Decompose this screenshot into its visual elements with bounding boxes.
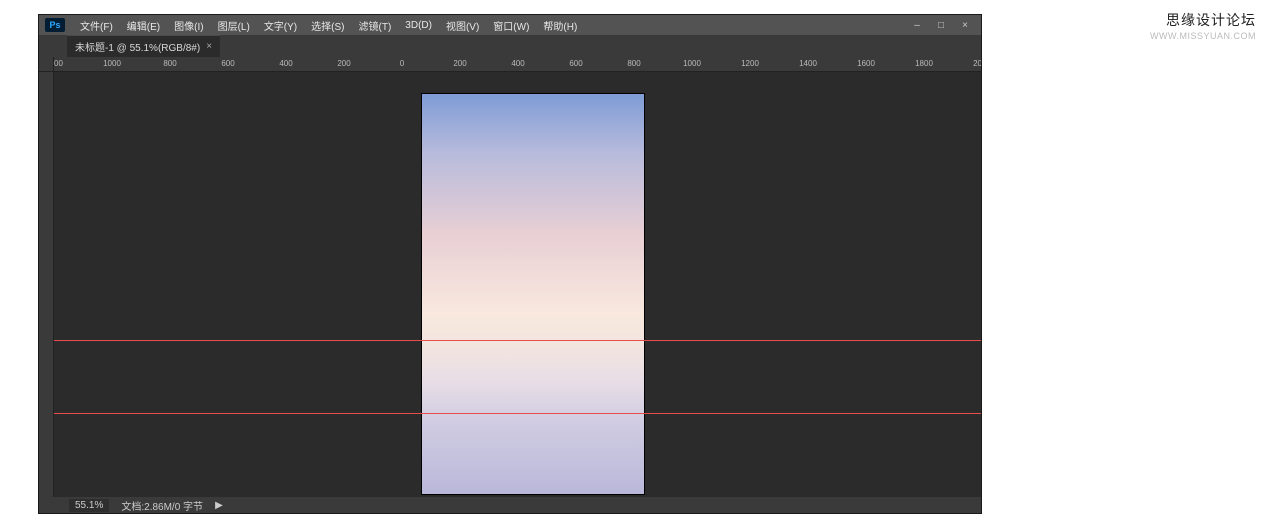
ruler-tick: 1000 (683, 59, 701, 68)
ruler-tick: 1200 (54, 59, 63, 68)
menu-3d[interactable]: 3D(D) (398, 20, 439, 31)
ruler-tick: 600 (221, 59, 234, 68)
document-tab-title: 未标题-1 @ 55.1%(RGB/8#) (75, 39, 200, 54)
ruler-tick: 1400 (799, 59, 817, 68)
menu-file[interactable]: 文件(F) (73, 18, 120, 33)
vertical-ruler[interactable] (39, 72, 54, 497)
maximize-button[interactable]: □ (935, 20, 947, 31)
ruler-tick: 1200 (741, 59, 759, 68)
menu-edit[interactable]: 编辑(E) (120, 18, 167, 33)
workspace: 1200100080060040020002004006008001000120… (39, 57, 981, 497)
ruler-tick: 400 (511, 59, 524, 68)
close-button[interactable]: × (959, 20, 971, 31)
menu-view[interactable]: 视图(V) (439, 18, 486, 33)
canvas-viewport[interactable] (54, 72, 981, 497)
watermark-url: WWW.MISSYUAN.COM (1150, 31, 1256, 41)
ruler-tick: 1000 (103, 59, 121, 68)
menu-image[interactable]: 图像(I) (167, 18, 210, 33)
tab-close-icon[interactable]: × (206, 41, 212, 52)
app-logo-icon: Ps (45, 18, 65, 32)
ruler-tick: 2000 (973, 59, 981, 68)
document-tab[interactable]: 未标题-1 @ 55.1%(RGB/8#) × (67, 35, 220, 57)
minimize-button[interactable]: – (911, 20, 923, 31)
horizontal-ruler[interactable]: 1200100080060040020002004006008001000120… (54, 57, 981, 72)
horizontal-guide[interactable] (54, 413, 981, 414)
document-tab-bar: 未标题-1 @ 55.1%(RGB/8#) × (39, 35, 981, 57)
status-bar: 55.1% 文档:2.86M/0 字节 ▶ (39, 497, 981, 513)
ruler-tick: 1800 (915, 59, 933, 68)
document-size-info[interactable]: 文档:2.86M/0 字节 (121, 498, 203, 513)
zoom-level[interactable]: 55.1% (69, 499, 109, 512)
ruler-tick: 0 (400, 59, 404, 68)
ruler-tick: 1600 (857, 59, 875, 68)
menu-window[interactable]: 窗口(W) (486, 18, 536, 33)
menu-select[interactable]: 选择(S) (304, 18, 351, 33)
ruler-tick: 200 (453, 59, 466, 68)
watermark: 思缘设计论坛 WWW.MISSYUAN.COM (1150, 10, 1256, 41)
menu-bar: Ps 文件(F) 编辑(E) 图像(I) 图层(L) 文字(Y) 选择(S) 滤… (39, 15, 981, 35)
menu-type[interactable]: 文字(Y) (257, 18, 304, 33)
document-canvas[interactable] (422, 94, 644, 494)
ruler-tick: 200 (337, 59, 350, 68)
window-controls: – □ × (911, 20, 981, 31)
ruler-tick: 800 (163, 59, 176, 68)
ruler-tick: 600 (569, 59, 582, 68)
menu-help[interactable]: 帮助(H) (536, 18, 584, 33)
ruler-tick: 800 (627, 59, 640, 68)
status-arrow-icon[interactable]: ▶ (215, 500, 223, 511)
watermark-title: 思缘设计论坛 (1150, 10, 1256, 30)
menu-filter[interactable]: 滤镜(T) (352, 18, 399, 33)
ruler-corner[interactable] (39, 57, 54, 72)
menu-layer[interactable]: 图层(L) (211, 18, 257, 33)
photoshop-window: Ps 文件(F) 编辑(E) 图像(I) 图层(L) 文字(Y) 选择(S) 滤… (38, 14, 982, 514)
ruler-tick: 400 (279, 59, 292, 68)
horizontal-guide[interactable] (54, 340, 981, 341)
